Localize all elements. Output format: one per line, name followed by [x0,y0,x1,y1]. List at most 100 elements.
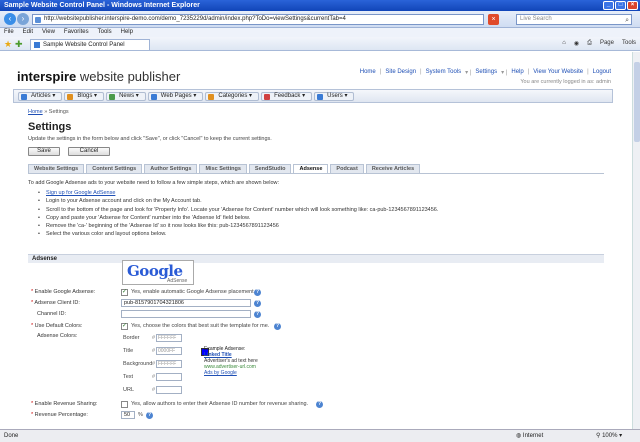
help-icon[interactable]: ? [254,289,261,296]
channel-id-row: Channel ID: ? [28,310,328,319]
news-icon [109,94,116,100]
enable-adsense-checkbox[interactable]: ✓ [121,289,128,296]
revenue-sharing-checkbox[interactable] [121,401,128,408]
enable-adsense-row: * Enable Google Adsense: ✓ Yes, enable a… [31,289,261,296]
revenue-sharing-label: Enable Revenue Sharing: [34,401,98,407]
revenue-percentage-label: Revenue Percentage: [34,412,88,418]
step-login: Login to your Adsense account and click … [38,197,438,206]
print-icon[interactable]: ⎙ [587,40,592,47]
browser-tab[interactable]: Sample Website Control Panel [30,39,150,50]
address-bar[interactable]: http://websitepublisher.interspire-demo.… [32,14,484,25]
color-row-text: Text # [123,373,193,382]
feedback-icon [264,94,271,100]
home-icon[interactable]: ⌂ [562,40,566,47]
scrollbar-thumb[interactable] [634,62,640,142]
nav-blogs[interactable]: Blogs ▾ [64,92,105,101]
nav-articles[interactable]: Articles ▾ [18,92,63,101]
search-icon[interactable]: ⌕ [625,16,629,25]
help-icon[interactable]: ? [316,401,323,408]
search-input[interactable]: Live Search ⌕ [516,14,632,25]
help-icon[interactable]: ? [254,300,261,307]
menu-file[interactable]: File [4,28,14,37]
settings-tabs: Website Settings Content Settings Author… [28,164,421,173]
tab-adsense[interactable]: Adsense [293,164,329,173]
breadcrumb-current: Settings [48,109,69,115]
save-button[interactable]: Save [28,147,60,156]
text-color-input[interactable] [156,373,182,381]
default-colors-checkbox[interactable]: ✓ [121,323,128,330]
status-text: Done [4,433,19,439]
back-icon[interactable]: ‹ [4,13,16,25]
link-help[interactable]: Help [511,69,523,76]
main-nav: Articles ▾ Blogs ▾ News ▾ Web Pages ▾ Ca… [13,89,613,103]
revenue-sharing-text: Yes, allow authors to enter their Adsens… [131,401,309,407]
search-placeholder: Live Search [520,16,552,22]
page-menu[interactable]: Page [600,40,614,47]
link-home[interactable]: Home [360,69,376,76]
tools-menu[interactable]: Tools [622,40,636,47]
breadcrumb-home[interactable]: Home [28,109,43,115]
help-icon[interactable]: ? [254,311,261,318]
link-site-design[interactable]: Site Design [385,69,416,76]
nav-news[interactable]: News ▾ [106,92,146,101]
step-signup: Sign up for Google AdSense [38,189,438,198]
link-logout[interactable]: Logout [593,69,611,76]
favorites-star-icon[interactable]: ★ [4,39,12,50]
help-icon[interactable]: ? [274,323,281,330]
window-titlebar: Sample Website Control Panel - Windows I… [0,0,640,11]
stop-icon[interactable]: × [488,14,499,25]
revenue-percentage-row: * Revenue Percentage: 50 % ? [31,411,153,419]
tab-misc-settings[interactable]: Misc Settings [199,164,247,173]
blogs-icon [67,94,74,100]
tab-website-settings[interactable]: Website Settings [28,164,85,173]
menu-tools[interactable]: Tools [98,28,112,37]
browser-tab-title: Sample Website Control Panel [43,42,125,48]
nav-feedback[interactable]: Feedback ▾ [261,92,313,101]
url-color-input[interactable] [156,386,182,394]
app-logo[interactable]: interspire website publisher [17,69,180,84]
address-toolbar: ‹ › http://websitepublisher.interspire-d… [0,11,640,28]
breadcrumb: Home » Settings [28,109,69,115]
border-color-input[interactable]: FFFFFF [156,334,182,342]
signup-link[interactable]: Sign up for Google AdSense [46,190,115,196]
cancel-button[interactable]: Cancel [68,147,110,156]
add-favorites-icon[interactable]: ✚ [15,39,23,50]
forward-icon[interactable]: › [17,13,29,25]
favorites-bar: ★ ✚ Sample Website Control Panel ⌂ ◉ ⎙ P… [0,37,640,51]
tab-author-settings[interactable]: Author Settings [144,164,198,173]
menu-favorites[interactable]: Favorites [64,28,89,37]
feeds-icon[interactable]: ◉ [574,40,579,47]
zoom-level[interactable]: ⚲ 100% ▾ [596,430,622,442]
tab-page-icon [34,42,40,48]
help-icon[interactable]: ? [146,412,153,419]
client-id-input[interactable]: pub-8157901704321806 [121,299,251,307]
menu-edit[interactable]: Edit [23,28,33,37]
link-view-website[interactable]: View Your Website [533,69,583,76]
color-row-background: Background # FFFFFF [123,360,193,369]
menu-help[interactable]: Help [121,28,133,37]
nav-users[interactable]: Users ▾ [314,92,355,101]
link-settings[interactable]: Settings [475,69,497,76]
page-title: Settings [28,121,72,133]
title-color-input[interactable]: 0000FF [156,347,182,355]
tab-podcast[interactable]: Podcast [330,164,364,173]
channel-id-input[interactable] [121,310,251,318]
tab-content-settings[interactable]: Content Settings [86,164,143,173]
adsense-colors-label: Adsense Colors: [37,333,78,339]
maximize-button[interactable]: □ [615,1,626,10]
default-colors-row: * Use Default Colors: ✓ Yes, choose the … [31,323,281,330]
revenue-percentage-input[interactable]: 50 [121,411,135,419]
vertical-scrollbar[interactable] [632,52,640,429]
nav-web-pages[interactable]: Web Pages ▾ [147,92,204,101]
link-system-tools[interactable]: System Tools [426,69,462,76]
tab-sendstudio[interactable]: SendStudio [248,164,292,173]
minimize-button[interactable]: _ [603,1,614,10]
background-color-input[interactable]: FFFFFF [156,360,182,368]
client-id-row: * Adsense Client ID: pub-815790170432180… [31,299,261,307]
menu-bar: File Edit View Favorites Tools Help [0,28,640,37]
close-window-button[interactable]: × [627,1,638,10]
menu-view[interactable]: View [42,28,55,37]
tab-receive-articles[interactable]: Receive Articles [365,164,421,173]
nav-categories[interactable]: Categories ▾ [205,92,260,101]
page-content: interspire website publisher Home | Site … [0,52,632,429]
